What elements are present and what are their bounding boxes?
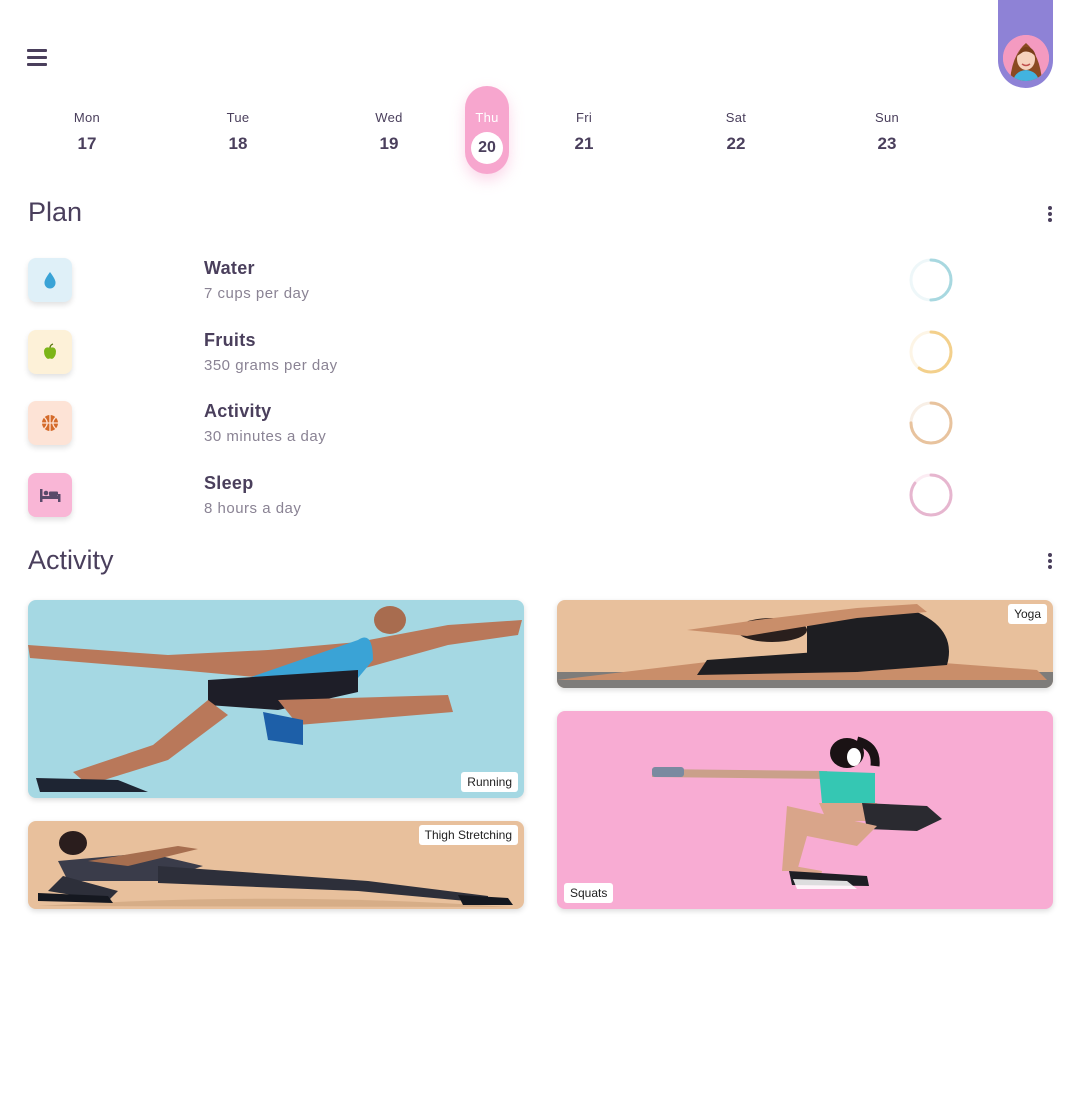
day-thu-selected[interactable]: Thu 20 <box>465 86 509 174</box>
water-icon-tile <box>28 258 72 302</box>
activity-more-button[interactable] <box>1042 551 1058 571</box>
basketball-icon <box>42 415 58 431</box>
water-drop-icon <box>44 272 56 289</box>
day-mon[interactable]: Mon 17 <box>57 108 117 154</box>
plan-title: Plan <box>28 197 83 227</box>
plan-item-fruits[interactable]: Fruits 350 grams per day <box>28 330 958 380</box>
card-label: Thigh Stretching <box>418 825 518 845</box>
activity-card-running[interactable]: Running <box>28 600 524 798</box>
plan-item-name: Activity <box>204 401 272 421</box>
progress-ring <box>909 473 953 517</box>
more-vertical-icon <box>1048 206 1052 210</box>
activity-card-thigh-stretching[interactable]: Thigh Stretching <box>28 821 524 909</box>
activity-card-squats[interactable]: Squats <box>557 711 1053 909</box>
day-number: 22 <box>726 134 746 153</box>
day-tue[interactable]: Tue 18 <box>208 108 268 154</box>
progress-ring <box>909 258 953 302</box>
day-number: 19 <box>379 134 399 153</box>
menu-button[interactable] <box>27 49 47 67</box>
plan-item-name: Water <box>204 258 255 278</box>
yoga-image <box>557 604 1053 688</box>
day-wed[interactable]: Wed 19 <box>359 108 419 154</box>
progress-ring <box>909 330 953 374</box>
hamburger-menu-icon <box>27 49 47 52</box>
plan-item-sleep[interactable]: Sleep 8 hours a day <box>28 473 958 523</box>
activity-card-yoga[interactable]: Yoga <box>557 600 1053 688</box>
day-number: 18 <box>228 134 248 153</box>
day-number: 23 <box>877 134 897 153</box>
day-name: Thu <box>475 110 499 125</box>
plan-item-detail: 7 cups per day <box>204 285 310 302</box>
day-name: Sun <box>874 110 900 125</box>
progress-ring <box>909 401 953 445</box>
day-name: Wed <box>375 110 403 125</box>
card-label: Running <box>461 772 518 792</box>
avatar-portrait <box>1003 35 1049 81</box>
day-sun[interactable]: Sun 23 <box>857 108 917 154</box>
card-label: Squats <box>564 883 614 903</box>
day-name: Fri <box>575 110 593 125</box>
day-fri[interactable]: Fri 21 <box>554 108 614 154</box>
plan-item-name: Fruits <box>204 330 256 350</box>
plan-item-detail: 8 hours a day <box>204 500 302 517</box>
more-vertical-icon <box>1048 553 1052 557</box>
activity-title: Activity <box>28 545 114 575</box>
plan-more-button[interactable] <box>1042 204 1058 224</box>
squats-image <box>652 736 942 889</box>
apple-icon <box>44 343 56 359</box>
day-sat[interactable]: Sat 22 <box>706 108 766 154</box>
day-number: 17 <box>77 134 97 153</box>
plan-item-detail: 350 grams per day <box>204 357 338 374</box>
day-name: Tue <box>226 110 250 125</box>
running-image <box>28 606 522 792</box>
day-number: 20 <box>471 132 503 164</box>
day-name: Sat <box>725 110 747 125</box>
plan-item-water[interactable]: Water 7 cups per day <box>28 258 958 308</box>
bed-icon <box>40 489 61 502</box>
fruits-icon-tile <box>28 330 72 374</box>
plan-item-name: Sleep <box>204 473 254 493</box>
day-number: 21 <box>574 134 594 153</box>
sleep-icon-tile <box>28 473 72 517</box>
plan-item-activity[interactable]: Activity 30 minutes a day <box>28 401 958 451</box>
activity-icon-tile <box>28 401 72 445</box>
card-label: Yoga <box>1008 604 1047 624</box>
day-name: Mon <box>73 110 101 125</box>
user-avatar[interactable] <box>1003 35 1049 81</box>
plan-item-detail: 30 minutes a day <box>204 428 327 445</box>
